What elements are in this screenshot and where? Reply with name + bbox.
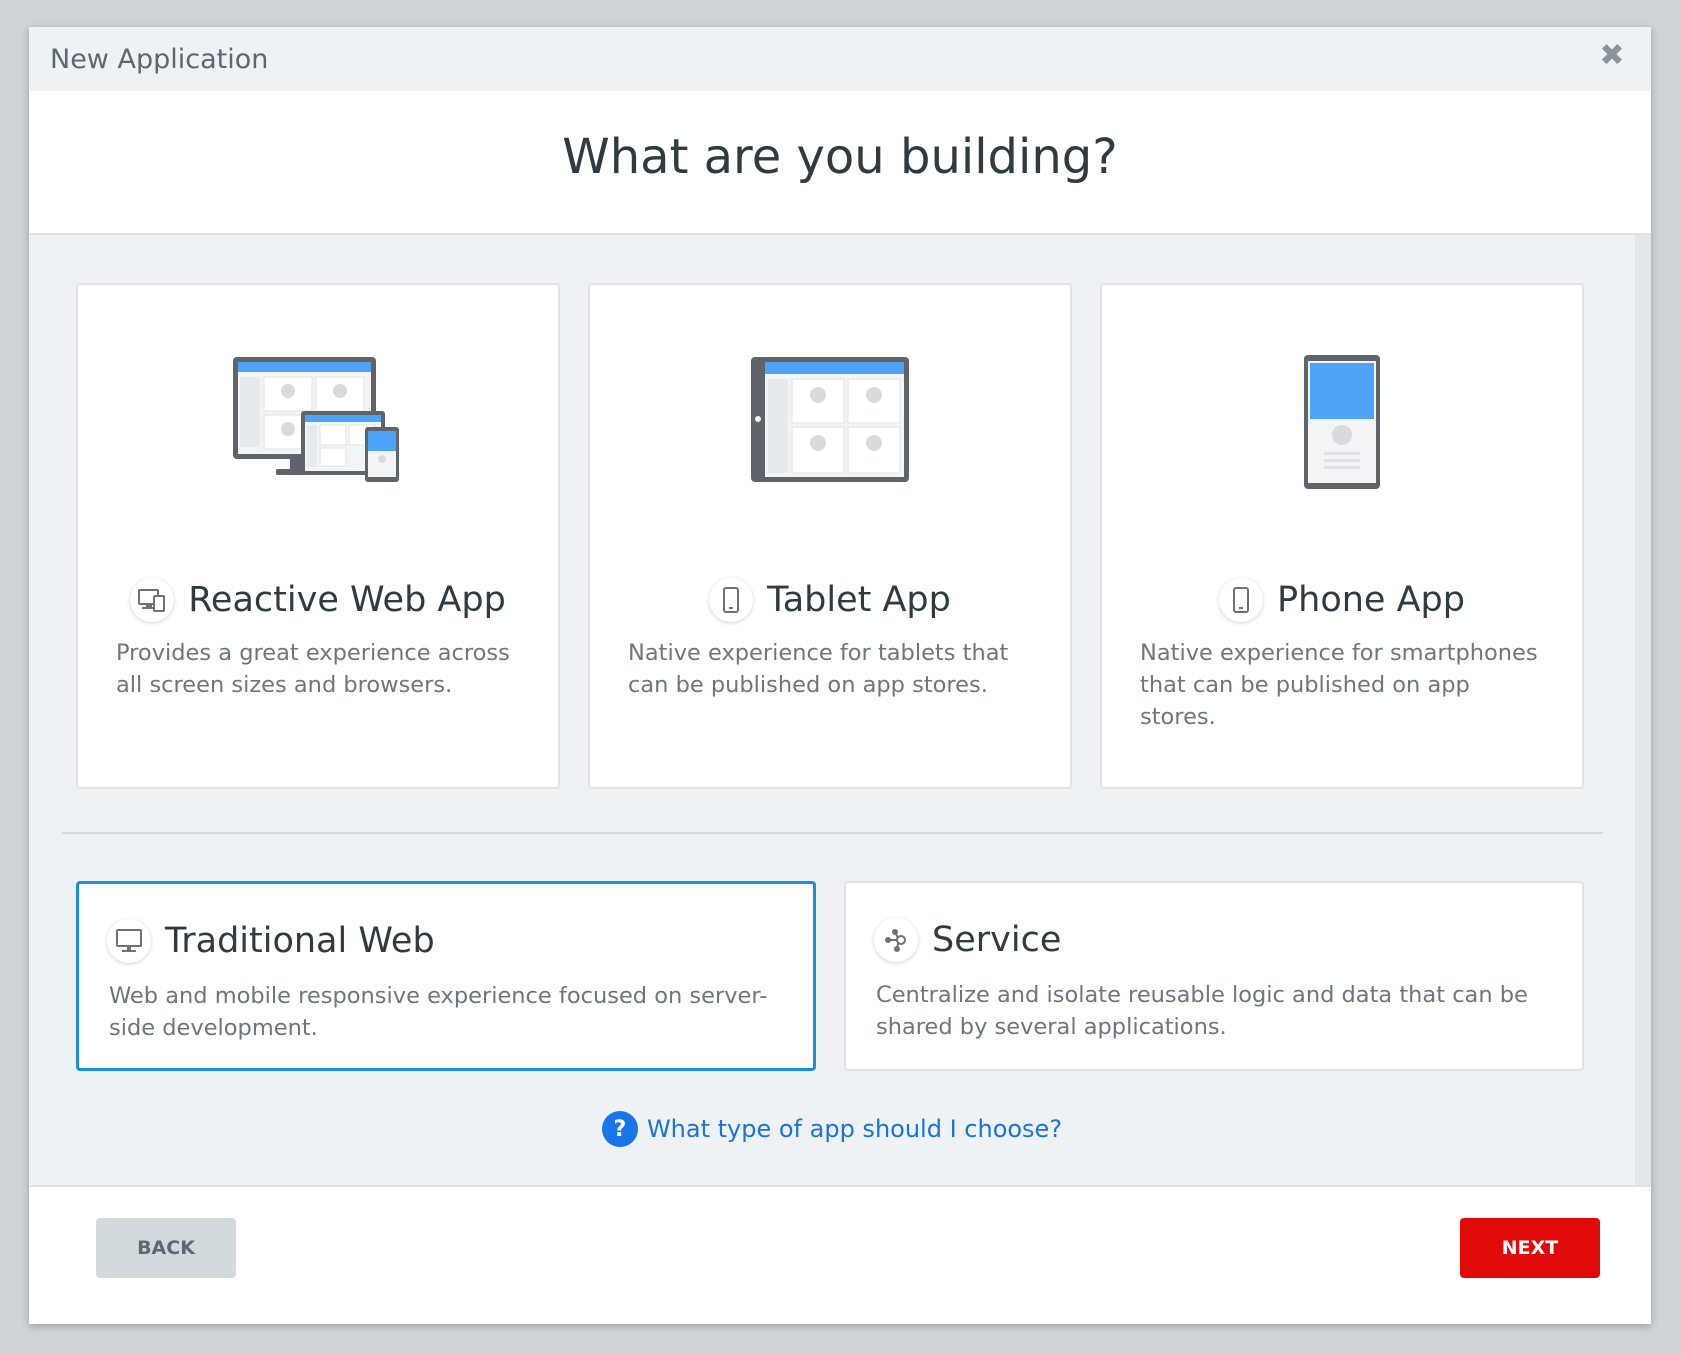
scrollbar-track[interactable]: [1635, 235, 1651, 1185]
tablet-app-description: Native experience for tablets that can b…: [628, 640, 1009, 698]
phone-app-description: Native experience for smartphones that c…: [1140, 640, 1538, 730]
tablet-app-title: Tablet App: [767, 580, 951, 620]
service-title: Service: [932, 920, 1062, 960]
dialog-footer: BACK NEXT: [29, 1185, 1651, 1324]
service-card[interactable]: Service Centralize and isolate reusable …: [844, 881, 1584, 1071]
monitor-icon: [107, 919, 151, 963]
close-icon[interactable]: ✖: [1597, 41, 1627, 71]
devices-icon: [130, 578, 175, 622]
traditional-web-description: Web and mobile responsive experience foc…: [109, 983, 768, 1041]
service-label-row: Service: [874, 915, 1061, 965]
reactive-web-app-title: Reactive Web App: [188, 580, 506, 620]
phone-app-card[interactable]: Phone App Native experience for smartpho…: [1100, 283, 1584, 789]
tablet-app-card[interactable]: Tablet App Native experience for tablets…: [588, 283, 1072, 789]
reactive-web-app-label-row: Reactive Web App: [78, 575, 558, 625]
dialog-titlebar: New Application ✖: [29, 27, 1651, 91]
phone-illustration: [1102, 355, 1582, 490]
traditional-web-title: Traditional Web: [165, 921, 435, 961]
service-description: Centralize and isolate reusable logic an…: [876, 982, 1528, 1040]
back-button[interactable]: BACK: [96, 1218, 236, 1278]
help-link-text[interactable]: What type of app should I choose?: [647, 1115, 1062, 1143]
new-application-dialog: New Application ✖ What are you building?: [29, 27, 1651, 1324]
phone-app-title: Phone App: [1277, 580, 1465, 620]
page-title: What are you building?: [562, 129, 1118, 185]
dialog-title: New Application: [50, 44, 269, 75]
traditional-web-label-row: Traditional Web: [107, 916, 435, 966]
tablet-icon: [709, 578, 754, 622]
heading-band: What are you building?: [29, 91, 1651, 235]
tablet-illustration: [590, 355, 1070, 490]
next-button[interactable]: NEXT: [1460, 1218, 1600, 1278]
service-nodes-icon: [874, 918, 918, 962]
devices-illustration: [78, 355, 558, 490]
tablet-app-label-row: Tablet App: [590, 575, 1070, 625]
question-icon: ?: [601, 1111, 638, 1147]
reactive-web-app-card[interactable]: Reactive Web App Provides a great experi…: [76, 283, 560, 789]
reactive-web-app-description: Provides a great experience across all s…: [116, 640, 510, 698]
traditional-web-card[interactable]: Traditional Web Web and mobile responsiv…: [76, 881, 816, 1071]
section-divider: [62, 832, 1603, 834]
phone-icon: [1219, 578, 1264, 622]
help-link[interactable]: ? What type of app should I choose?: [29, 1109, 1635, 1149]
phone-app-label-row: Phone App: [1102, 575, 1582, 625]
